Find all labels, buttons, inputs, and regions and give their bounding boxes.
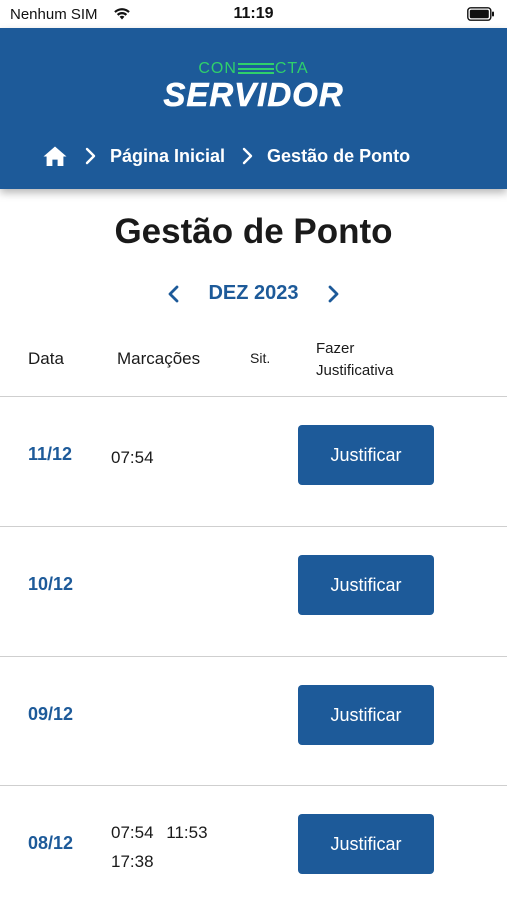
column-header-justify-line1: Fazer (316, 340, 355, 357)
next-month-icon[interactable] (325, 283, 341, 305)
justify-button[interactable]: Justificar (298, 814, 434, 874)
justify-button[interactable]: Justificar (298, 425, 434, 485)
column-header-situation: Sit. (250, 350, 271, 366)
breadcrumb-home-link[interactable]: Página Inicial (110, 146, 225, 167)
table-row: 11/12 07:54 Justificar (0, 397, 507, 526)
logo-main-text: SERVIDOR (163, 76, 344, 113)
status-time: 11:19 (233, 5, 274, 22)
battery-icon (467, 7, 494, 21)
column-header-marks: Marcações (117, 349, 201, 368)
row-date: 10/12 (28, 574, 74, 594)
chevron-right-icon (85, 147, 96, 165)
column-header-justify-line2: Justificativa (316, 362, 394, 379)
column-header-date: Data (28, 349, 64, 368)
month-selector: DEZ 2023 (0, 282, 507, 305)
breadcrumb-current: Gestão de Ponto (267, 145, 411, 166)
logo-e-mark (237, 63, 274, 75)
row-marks: 07:54 (111, 448, 154, 467)
column-header-justify: Fazer Justificativa (316, 338, 394, 382)
chevron-right-icon (242, 147, 253, 165)
row-date: 09/12 (28, 704, 74, 724)
page-title: Gestão de Ponto (114, 212, 393, 251)
row-date: 08/12 (28, 833, 74, 853)
logo-top-right: CTA (274, 60, 309, 77)
conecta-servidor-logo: CON CTA SERVIDOR (0, 60, 507, 112)
row-marks: 07:54 11:53 17:38 (111, 823, 208, 871)
status-bar: Nenhum SIM 11:19 (0, 0, 507, 28)
justify-button[interactable]: Justificar (298, 555, 434, 615)
previous-month-icon[interactable] (166, 283, 182, 305)
logo-top-left: CON (198, 60, 237, 77)
table-row: 10/12 Justificar (0, 527, 507, 656)
app-header: CON CTA SERVIDOR Página Inicial Gestão de… (0, 28, 507, 189)
home-icon[interactable] (42, 145, 68, 167)
table-row: 09/12 Justificar (0, 657, 507, 786)
breadcrumb: Página Inicial Gestão de Ponto (42, 144, 410, 168)
justify-button[interactable]: Justificar (298, 685, 434, 745)
table-row: 08/12 07:54 11:53 17:38 Justificar (0, 786, 507, 900)
row-date: 11/12 (28, 444, 73, 464)
month-label: DEZ 2023 (208, 282, 299, 304)
